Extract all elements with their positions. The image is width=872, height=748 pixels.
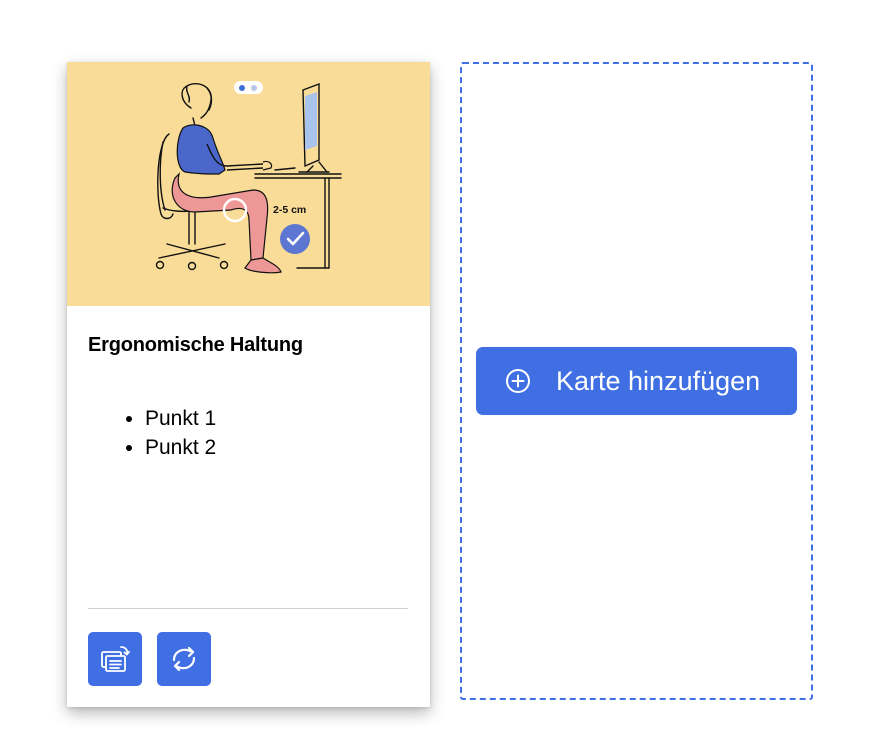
add-card-button[interactable]: Karte hinzufügen (476, 347, 797, 415)
card-illustration: 2-5 cm (67, 62, 430, 306)
ergonomic-posture-illustration: 2-5 cm (155, 82, 342, 274)
pager-dot-active[interactable] (239, 85, 245, 91)
pager-dot[interactable] (251, 85, 257, 91)
flip-card-icon (101, 646, 130, 672)
list-item: Punkt 2 (145, 433, 216, 462)
flip-card-button[interactable] (88, 632, 142, 686)
measurement-label: 2-5 cm (273, 204, 306, 216)
replace-card-icon (172, 646, 196, 672)
card-title: Ergonomische Haltung (88, 334, 303, 356)
replace-card-button[interactable] (157, 632, 211, 686)
canvas: 2-5 cm Ergonomische Haltung Punkt 1 Punk… (0, 0, 872, 748)
check-badge-icon (280, 224, 310, 254)
card-points-list: Punkt 1 Punkt 2 (145, 404, 216, 462)
card: 2-5 cm Ergonomische Haltung Punkt 1 Punk… (67, 62, 430, 707)
card-divider (88, 608, 408, 609)
plus-circle-icon (506, 369, 530, 393)
list-item: Punkt 1 (145, 404, 216, 433)
add-card-label: Karte hinzufügen (556, 366, 761, 396)
image-pager (234, 81, 263, 94)
